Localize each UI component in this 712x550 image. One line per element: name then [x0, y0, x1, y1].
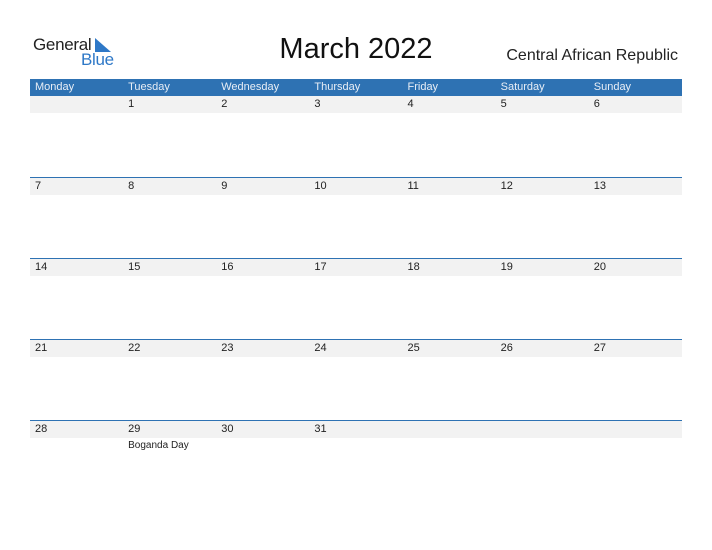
- holiday-label: [123, 113, 216, 115]
- day-number-strip: 21 22 23 24 25 26 27: [30, 340, 682, 357]
- day-number-strip: 28 29 30 31: [30, 421, 682, 438]
- day-number: 17: [314, 261, 327, 273]
- holiday-label: [496, 357, 589, 359]
- events-strip: Boganda Day: [30, 438, 682, 451]
- day-number: [30, 96, 123, 113]
- day-number-strip: 1 2 3 4 5 6: [30, 96, 682, 113]
- holiday-label: [30, 438, 123, 451]
- holiday-label: [309, 357, 402, 359]
- day-number: 4: [407, 98, 414, 110]
- day-number: 11: [407, 180, 419, 192]
- events-strip: [30, 276, 682, 278]
- holiday-label: [123, 276, 216, 278]
- day-number: [496, 421, 589, 438]
- day-number: 28: [35, 423, 48, 435]
- day-number: 26: [500, 342, 513, 354]
- day-number: 16: [221, 261, 234, 273]
- holiday-label: [123, 195, 216, 197]
- day-number: 12: [500, 180, 513, 192]
- holiday-label: [309, 438, 402, 451]
- holiday-label: [403, 438, 496, 451]
- holiday-label: [403, 276, 496, 278]
- country-name: Central African Republic: [506, 47, 678, 64]
- week-row: 21 22 23 24 25 26 27: [30, 339, 682, 420]
- holiday-label: [216, 276, 309, 278]
- holiday-label: [309, 113, 402, 115]
- holiday-label: [30, 113, 123, 115]
- holiday-label: [216, 438, 309, 451]
- day-number: 5: [500, 98, 507, 110]
- events-strip: [30, 113, 682, 115]
- holiday-label: [496, 438, 589, 451]
- holiday-label: [589, 438, 682, 451]
- day-number: 14: [35, 261, 48, 273]
- holiday-label: [589, 113, 682, 115]
- day-number: 30: [221, 423, 234, 435]
- holiday-label: [309, 276, 402, 278]
- holiday-label: [309, 195, 402, 197]
- holiday-label: [589, 195, 682, 197]
- holiday-label: Boganda Day: [128, 440, 189, 451]
- day-number: 24: [314, 342, 327, 354]
- weekday-thursday: Thursday: [314, 81, 361, 93]
- day-number: 31: [314, 423, 327, 435]
- events-strip: [30, 357, 682, 359]
- day-number: 9: [221, 180, 228, 192]
- holiday-label: [403, 113, 496, 115]
- holiday-label: [216, 195, 309, 197]
- weekday-tuesday: Tuesday: [128, 81, 170, 93]
- holiday-label: [30, 276, 123, 278]
- day-number: [403, 421, 496, 438]
- day-number: 20: [593, 261, 606, 273]
- day-number: 3: [314, 98, 321, 110]
- day-number: 23: [221, 342, 234, 354]
- day-number: 25: [407, 342, 420, 354]
- day-number: 10: [314, 180, 327, 192]
- day-number: 22: [128, 342, 141, 354]
- holiday-label: [403, 195, 496, 197]
- holiday-label: [589, 357, 682, 359]
- day-number: 29: [128, 423, 141, 435]
- weekday-header: Monday Tuesday Wednesday Thursday Friday…: [30, 79, 682, 96]
- week-row: 1 2 3 4 5 6: [30, 96, 682, 177]
- holiday-label: [30, 195, 123, 197]
- holiday-label: [403, 357, 496, 359]
- weeks-container: 1 2 3 4 5 6 7 8 9 10 11 12 13 14 15 16 17 18 19 20 21 22 23 24 2…: [30, 96, 682, 501]
- day-number: 27: [593, 342, 606, 354]
- holiday-label: [589, 276, 682, 278]
- holiday-label: [30, 357, 123, 359]
- calendar-grid: Monday Tuesday Wednesday Thursday Friday…: [30, 79, 682, 501]
- events-strip: [30, 195, 682, 197]
- weekday-sunday: Sunday: [593, 81, 632, 93]
- day-number: 1: [128, 98, 135, 110]
- day-number: 15: [128, 261, 141, 273]
- holiday-label: [216, 113, 309, 115]
- day-number: 8: [128, 180, 135, 192]
- weekday-monday: Monday: [35, 81, 75, 93]
- holiday-label: [216, 357, 309, 359]
- day-number-strip: 14 15 16 17 18 19 20: [30, 259, 682, 276]
- weekday-friday: Friday: [407, 81, 439, 93]
- day-number: 18: [407, 261, 420, 273]
- day-number: 2: [221, 98, 228, 110]
- week-row: 28 29 30 31 Boganda Day: [30, 420, 682, 501]
- weekday-wednesday: Wednesday: [221, 81, 280, 93]
- day-number: 7: [35, 180, 42, 192]
- holiday-label: [123, 357, 216, 359]
- week-row: 14 15 16 17 18 19 20: [30, 258, 682, 339]
- day-number: 6: [593, 98, 600, 110]
- day-number: 21: [35, 342, 48, 354]
- holiday-label: [496, 276, 589, 278]
- holiday-label: [496, 195, 589, 197]
- day-number: 19: [500, 261, 513, 273]
- day-number: 13: [593, 180, 606, 192]
- day-number: [589, 421, 682, 438]
- weekday-saturday: Saturday: [500, 81, 545, 93]
- week-row: 7 8 9 10 11 12 13: [30, 177, 682, 258]
- day-number-strip: 7 8 9 10 11 12 13: [30, 178, 682, 195]
- holiday-label: [496, 113, 589, 115]
